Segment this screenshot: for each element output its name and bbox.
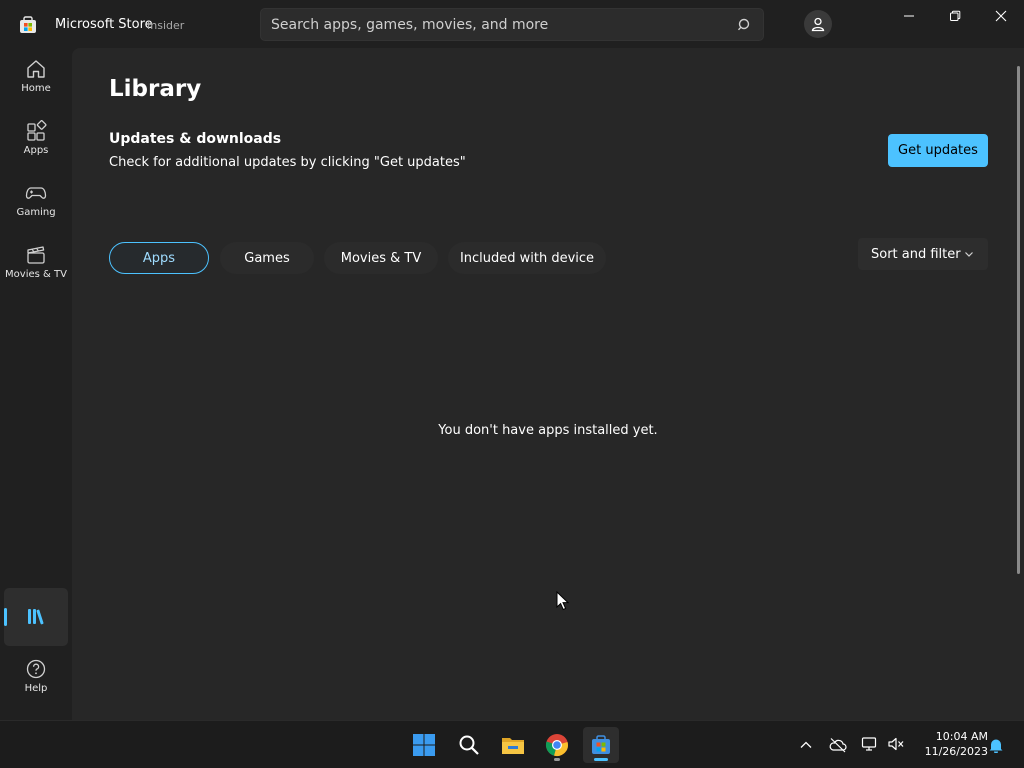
- active-app-indicator: [594, 758, 608, 761]
- apps-icon: [27, 120, 47, 141]
- windows-logo-icon: [413, 734, 435, 756]
- restore-icon: [950, 10, 961, 21]
- minimize-button[interactable]: [886, 0, 932, 32]
- folder-icon: [502, 738, 524, 754]
- close-icon: [995, 10, 1007, 22]
- tab-apps[interactable]: Apps: [109, 242, 209, 274]
- tab-movies-tv[interactable]: Movies & TV: [324, 242, 438, 274]
- clapperboard-icon: [27, 246, 45, 264]
- user-icon: [811, 17, 825, 32]
- tab-games[interactable]: Games: [220, 242, 314, 274]
- account-button[interactable]: [804, 10, 832, 38]
- clock-date: 11/26/2023: [924, 745, 988, 758]
- title-bar: Microsoft Store Insider: [0, 0, 1024, 48]
- updates-description: Check for additional updates by clicking…: [109, 155, 466, 170]
- minimize-icon: [904, 15, 914, 17]
- nav-item-movies-tv[interactable]: Movies & TV: [4, 236, 68, 292]
- taskbar-clock[interactable]: 10:04 AM 11/26/2023: [912, 729, 988, 759]
- nav-item-apps[interactable]: Apps: [4, 112, 68, 168]
- clock-time: 10:04 AM: [935, 730, 988, 743]
- search-box[interactable]: [260, 8, 764, 41]
- nav-item-home[interactable]: Home: [4, 50, 68, 106]
- help-icon: [26, 659, 46, 679]
- gamepad-icon: [25, 187, 47, 199]
- page-title: Library: [109, 76, 202, 102]
- library-icon: [28, 609, 44, 625]
- chevron-up-icon[interactable]: [799, 738, 813, 752]
- nav-label-movies-tv: Movies & TV: [5, 269, 67, 280]
- restore-button[interactable]: [932, 0, 978, 32]
- scrollbar[interactable]: [1017, 66, 1020, 574]
- volume-muted-icon[interactable]: [887, 736, 905, 752]
- insider-badge: Insider: [147, 19, 185, 32]
- sort-and-filter-button[interactable]: Sort and filter: [858, 238, 988, 270]
- close-button[interactable]: [978, 0, 1024, 32]
- left-nav: Home Apps Gaming Movies & TV Help: [0, 48, 72, 720]
- search-input[interactable]: [271, 9, 731, 40]
- empty-state-message: You don't have apps installed yet.: [438, 423, 658, 438]
- nav-label-help: Help: [24, 683, 48, 694]
- home-icon: [27, 60, 45, 78]
- chrome-button[interactable]: [539, 727, 575, 763]
- library-page: Library Updates & downloads Check for ad…: [72, 48, 1024, 720]
- microsoft-store-logo-icon: [20, 16, 36, 33]
- get-updates-button[interactable]: Get updates: [888, 134, 988, 167]
- search-icon[interactable]: [737, 17, 753, 33]
- nav-label-gaming: Gaming: [16, 207, 56, 218]
- start-button[interactable]: [406, 727, 442, 763]
- updates-heading: Updates & downloads: [109, 131, 282, 147]
- microsoft-store-taskbar-button[interactable]: [583, 727, 619, 763]
- chrome-icon: [545, 734, 568, 756]
- nav-item-library[interactable]: [4, 588, 68, 646]
- file-explorer-button[interactable]: [495, 727, 531, 763]
- running-indicator: [554, 758, 560, 761]
- notification-bell-icon[interactable]: [988, 737, 1004, 753]
- sort-and-filter-label: Sort and filter: [871, 246, 961, 262]
- nav-label-home: Home: [21, 83, 51, 94]
- nav-label-apps: Apps: [23, 145, 49, 156]
- taskbar: 10:04 AM 11/26/2023: [0, 720, 1024, 768]
- active-indicator: [4, 608, 7, 626]
- nav-item-help[interactable]: Help: [4, 650, 68, 706]
- chevron-down-icon: [965, 252, 973, 257]
- app-title: Microsoft Store: [55, 17, 153, 32]
- tab-included-with-device[interactable]: Included with device: [448, 242, 606, 274]
- onedrive-offline-icon[interactable]: [829, 737, 847, 753]
- nav-item-gaming[interactable]: Gaming: [4, 174, 68, 230]
- search-icon: [459, 735, 479, 755]
- mouse-pointer-icon: [556, 591, 570, 611]
- taskbar-search-button[interactable]: [451, 727, 487, 763]
- microsoft-store-icon: [592, 735, 610, 754]
- network-icon[interactable]: [861, 736, 879, 752]
